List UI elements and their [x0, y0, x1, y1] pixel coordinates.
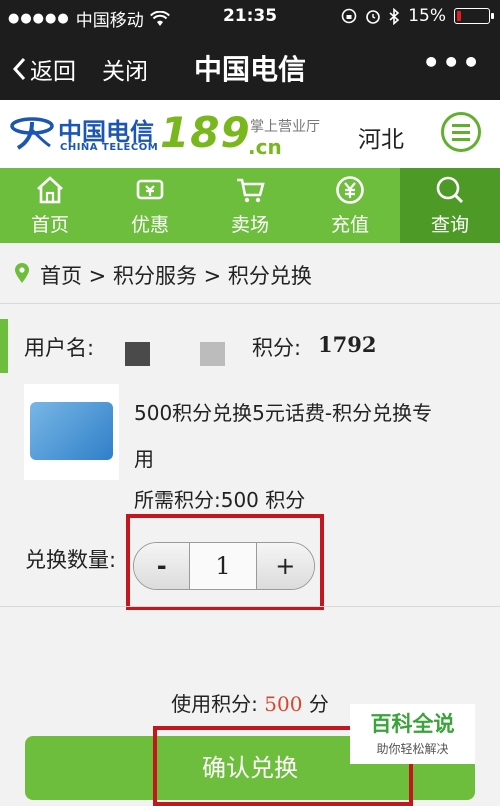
highlight-box	[126, 514, 324, 610]
masked-username	[125, 342, 150, 366]
points-label: 积分:	[252, 336, 302, 360]
menu-line	[452, 124, 470, 127]
tab-label: 优惠	[130, 214, 169, 236]
battery-fill	[457, 11, 462, 21]
tab-mall[interactable]: 卖场	[200, 168, 300, 243]
quantity-label: 兑换数量:	[25, 548, 117, 572]
accent-bar	[0, 319, 8, 373]
tab-label: 卖场	[230, 214, 269, 236]
more-button[interactable]: •••	[422, 46, 482, 79]
status-bar: ●●●●● 中国移动 21:35 15%	[0, 0, 500, 32]
product-name: 500积分兑换5元话费-积分兑换专用	[134, 401, 433, 471]
logo-189: 189	[160, 108, 251, 157]
tab-query[interactable]: 查询	[400, 168, 500, 243]
divider	[0, 606, 500, 607]
tab-home[interactable]: 首页	[0, 168, 100, 243]
yuan-icon	[336, 176, 364, 204]
battery-percent: 15%	[408, 6, 446, 26]
nav-bar: 返回 关闭 中国电信 •••	[0, 32, 500, 100]
points-value: 1792	[318, 332, 377, 357]
used-points-unit: 分	[308, 692, 329, 716]
discount-icon	[136, 179, 164, 200]
main-tabs: 首页 优惠 卖场 充值 查询	[0, 168, 500, 243]
breadcrumb: 首页 > 积分服务 > 积分兑换	[0, 243, 500, 304]
used-points-label: 使用积分:	[171, 692, 258, 716]
china-telecom-logo-icon	[10, 117, 54, 150]
logo-english: CHINA TELECOM	[60, 142, 159, 153]
required-points: 所需积分:500 积分	[134, 488, 306, 512]
logo-domain: .cn	[248, 135, 282, 159]
username-label: 用户名:	[24, 336, 95, 360]
tab-label: 查询	[430, 214, 469, 236]
menu-line	[452, 138, 470, 141]
menu-line	[452, 131, 470, 134]
tab-recharge[interactable]: 充值	[300, 168, 400, 243]
tab-label: 充值	[330, 214, 369, 236]
watermark-title: 百科全说	[370, 712, 455, 736]
watermark: 百科全说 助你轻松解决	[350, 704, 475, 764]
masked-username	[200, 342, 225, 366]
exchange-panel: 用户名: 积分: 1792 500积分兑换5元话费-积分兑换专用 所需积分:50…	[0, 304, 500, 806]
breadcrumb-text[interactable]: 首页 > 积分服务 > 积分兑换	[40, 260, 312, 290]
used-points-value: 500	[264, 692, 303, 716]
product-image	[24, 384, 119, 480]
home-icon	[37, 176, 63, 204]
watermark-subtitle: 助你轻松解决	[376, 742, 449, 756]
tab-discount[interactable]: 优惠	[100, 168, 200, 243]
recharge-card-image	[30, 402, 113, 460]
cart-icon	[237, 178, 265, 203]
logo-subtitle: 掌上营业厅	[250, 119, 320, 135]
battery-icon	[454, 8, 494, 24]
menu-button[interactable]	[441, 112, 481, 152]
alarm-icon	[366, 10, 381, 24]
user-info-row: 用户名: 积分: 1792	[0, 319, 500, 373]
location-pin-icon	[15, 263, 29, 283]
bluetooth-icon	[389, 7, 400, 25]
search-icon	[436, 176, 464, 204]
rotation-lock-icon	[341, 8, 357, 24]
tab-label: 首页	[30, 214, 69, 236]
site-header: 中国电信 CHINA TELECOM 189 掌上营业厅 .cn 河北	[0, 100, 500, 168]
region-selector[interactable]: 河北	[358, 120, 404, 154]
